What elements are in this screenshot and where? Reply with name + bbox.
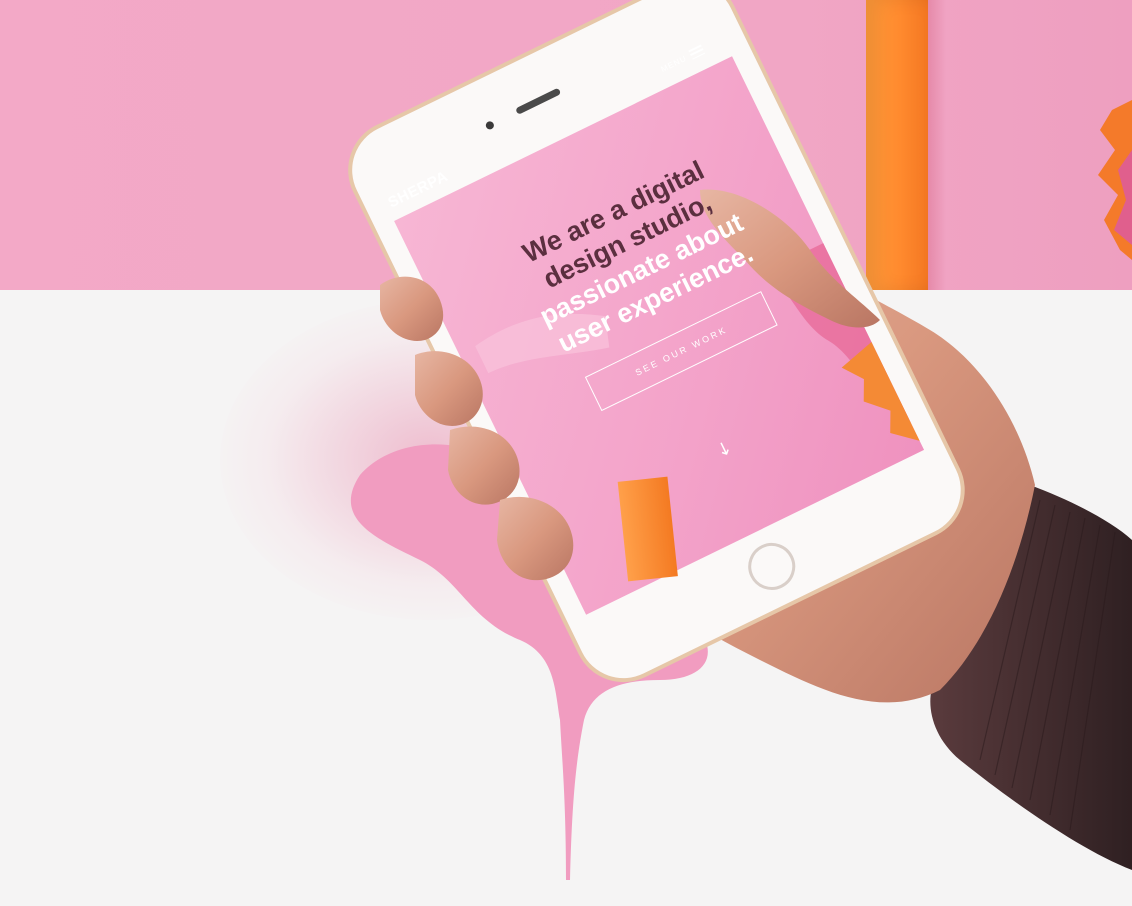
arrow-down-icon[interactable]: ↓ xyxy=(713,437,736,462)
hero-headline: We are a digital design studio, passiona… xyxy=(472,132,798,379)
scene: SHERPA MENU We are a digital design stud… xyxy=(0,0,1132,906)
hamburger-icon xyxy=(688,44,706,60)
menu-label: MENU xyxy=(659,53,688,74)
